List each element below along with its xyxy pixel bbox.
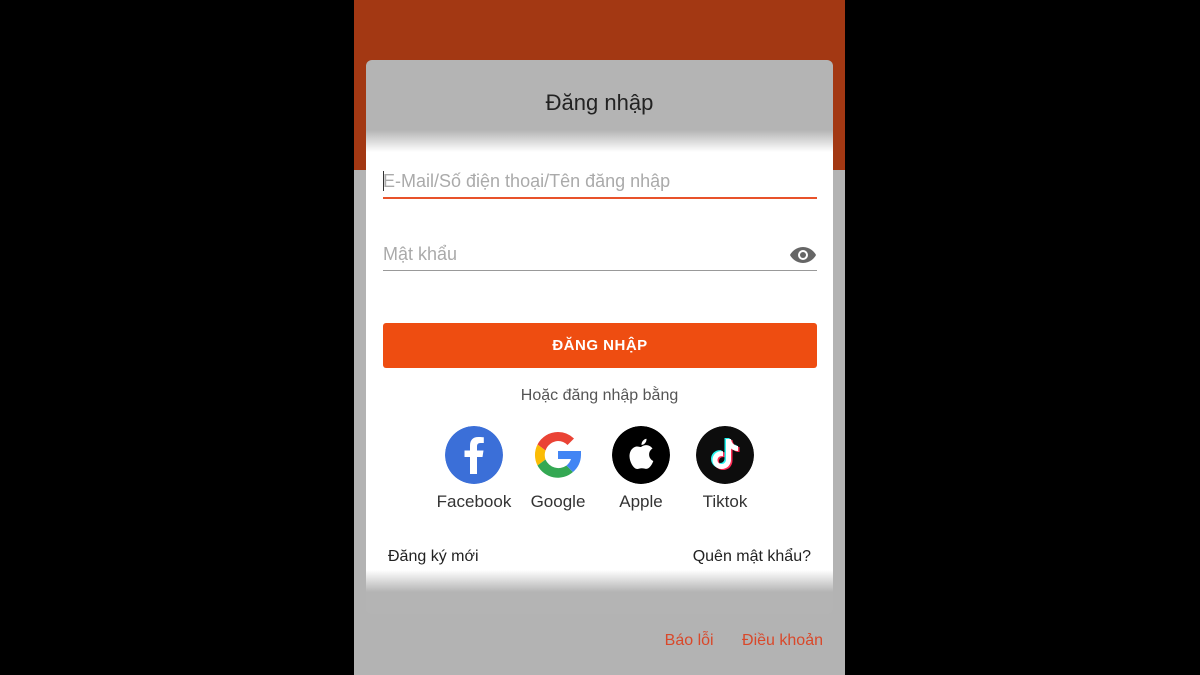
phone-screen: Đăng nhập ĐĂNG NHẬP Hoặc đăng nhập bằng xyxy=(354,0,845,675)
google-icon xyxy=(529,426,587,484)
terms-link[interactable]: Điều khoản xyxy=(742,632,823,649)
alt-login-text: Hoặc đăng nhập bằng xyxy=(520,387,679,404)
apple-icon xyxy=(612,426,670,484)
social-label: Apple xyxy=(619,492,663,511)
eye-icon[interactable] xyxy=(789,244,817,266)
login-modal: Đăng nhập ĐĂNG NHẬP Hoặc đăng nhập bằng xyxy=(366,60,833,614)
bottom-links: Báo lỗi Điều khoản xyxy=(641,632,823,650)
social-label: Facebook xyxy=(436,492,512,511)
google-login-button[interactable]: Google xyxy=(518,426,598,512)
email-field[interactable] xyxy=(383,167,817,199)
password-input[interactable] xyxy=(383,240,783,268)
social-label: Tiktok xyxy=(702,492,748,511)
tiktok-icon xyxy=(696,426,754,484)
apple-login-button[interactable]: Apple xyxy=(601,426,681,512)
forgot-password-link[interactable]: Quên mật khẩu? xyxy=(693,548,811,566)
report-link[interactable]: Báo lỗi xyxy=(665,632,714,649)
password-field[interactable] xyxy=(383,240,817,271)
modal-title: Đăng nhập xyxy=(545,90,654,115)
register-link[interactable]: Đăng ký mới xyxy=(388,548,479,566)
social-login-list: Facebook Google Apple Tiktok xyxy=(366,426,833,516)
facebook-icon xyxy=(445,426,503,484)
tiktok-login-button[interactable]: Tiktok xyxy=(685,426,765,512)
email-input[interactable] xyxy=(383,167,783,195)
social-label: Google xyxy=(530,492,586,511)
login-button[interactable]: ĐĂNG NHẬP xyxy=(383,323,817,368)
facebook-login-button[interactable]: Facebook xyxy=(434,426,514,512)
